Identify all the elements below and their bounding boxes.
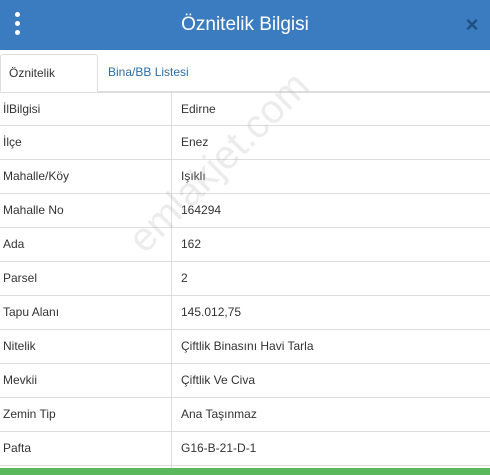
table-row: İlçe Enez [0, 126, 490, 160]
row-value: 2 [181, 271, 188, 285]
row-value: Çiftlik Binasını Havi Tarla [181, 339, 314, 353]
table-row: Pafta G16-B-21-D-1 [0, 432, 490, 466]
footer-bar [0, 468, 490, 475]
table-row: İl Edirne [0, 92, 490, 126]
row-label: Ada [3, 237, 25, 251]
row-label: Parsel [3, 271, 38, 285]
table-row: Ada 162 [0, 228, 490, 262]
row-value: Edirne [181, 102, 216, 116]
row-label: Zemin Tip [3, 407, 56, 421]
table-row: Zemin Tip Ana Taşınmaz [0, 398, 490, 432]
column-divider [171, 92, 172, 468]
row-value: 145.012,75 [181, 305, 242, 319]
dialog-title: Öznitelik Bilgisi [181, 14, 309, 35]
row-value: Çiftlik Ve Civa [181, 373, 256, 387]
row-label: Mahalle/Köy [3, 169, 70, 183]
row-label: Tapu Alanı [3, 305, 60, 319]
tab-building-list[interactable]: Bina/BB Listesi [100, 54, 197, 92]
row-label: Mevkii [3, 373, 38, 387]
attribute-table: İl Edirne İlçe Enez Mahalle/Köy Işıklı M… [0, 92, 490, 466]
row-value: Ana Taşınmaz [181, 407, 257, 421]
row-label: Nitelik [3, 339, 36, 353]
row-value: Enez [181, 135, 209, 149]
table-row: Nitelik Çiftlik Binasını Havi Tarla [0, 330, 490, 364]
table-row: Mevkii Çiftlik Ve Civa [0, 364, 490, 398]
row-value: Işıklı [181, 169, 206, 183]
row-label: İlçe [3, 135, 22, 149]
row-value: 164294 [181, 203, 222, 217]
table-row: Tapu Alanı 145.012,75 [0, 296, 490, 330]
table-row: Parsel 2 [0, 262, 490, 296]
table-row: Mahalle No 164294 [0, 194, 490, 228]
row-label: Pafta [3, 441, 32, 455]
tab-attribute-info[interactable]: Öznitelik Bilgisi [0, 54, 98, 116]
table-row: Mahalle/Köy Işıklı [0, 160, 490, 194]
row-value: G16-B-21-D-1 [181, 441, 257, 455]
tab-bar: Öznitelik Bilgisi Bina/BB Listesi [0, 50, 490, 116]
row-label: İl [3, 102, 9, 116]
close-icon[interactable]: × [462, 13, 482, 37]
dialog-header: Öznitelik Bilgisi × [0, 0, 490, 50]
row-value: 162 [181, 237, 202, 251]
row-label: Mahalle No [3, 203, 64, 217]
